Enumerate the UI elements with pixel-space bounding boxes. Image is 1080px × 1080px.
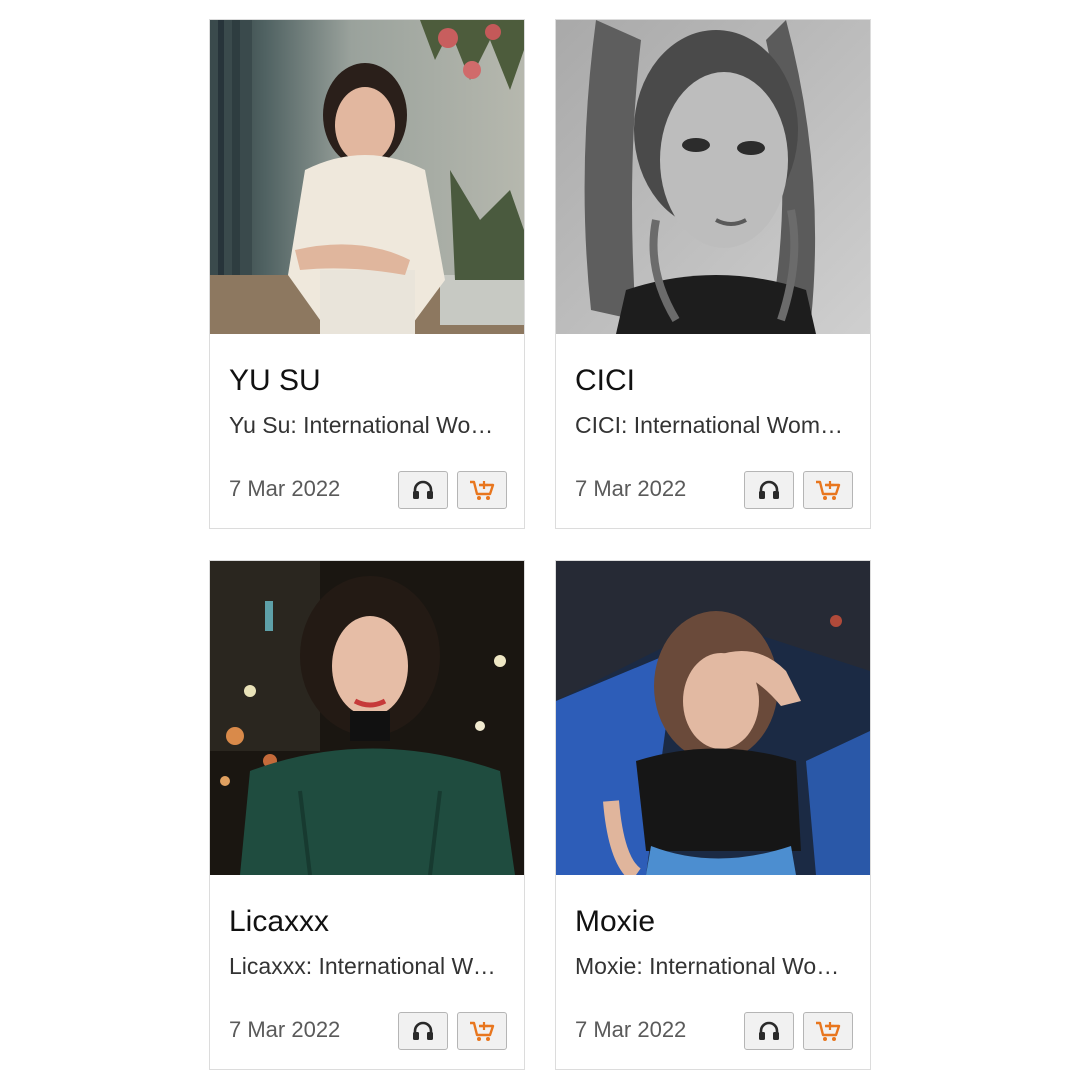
artist-name[interactable]: Moxie — [575, 905, 655, 939]
mix-title[interactable]: CICI: International Women's Day Mix — [575, 412, 853, 439]
add-to-cart-icon — [470, 480, 495, 500]
artist-photo-cici — [556, 20, 870, 334]
headphones-icon — [759, 1021, 779, 1040]
headphones-icon — [759, 480, 779, 499]
release-card[interactable]: Moxie Moxie: International Women's Day M… — [555, 560, 871, 1070]
headphones-icon — [413, 480, 433, 499]
headphones-icon — [413, 1021, 433, 1040]
artist-photo-moxie — [556, 561, 870, 875]
release-date: 7 Mar 2022 — [229, 476, 341, 501]
listen-button[interactable] — [398, 1012, 448, 1050]
add-to-cart-button[interactable] — [457, 471, 507, 509]
release-card[interactable]: CICI CICI: International Women's Day Mix… — [555, 19, 871, 529]
artist-name[interactable]: Licaxxx — [229, 905, 329, 939]
mix-title[interactable]: Moxie: International Women's Day Mix — [575, 953, 853, 980]
add-to-cart-icon — [816, 1021, 841, 1041]
release-card[interactable]: YU SU Yu Su: International Women's Day M… — [209, 19, 525, 529]
artist-photo[interactable] — [210, 561, 524, 875]
listen-button[interactable] — [744, 471, 794, 509]
release-date: 7 Mar 2022 — [229, 1017, 341, 1042]
artist-photo[interactable] — [556, 20, 870, 334]
artist-photo[interactable] — [210, 20, 524, 334]
artist-name[interactable]: YU SU — [229, 364, 321, 398]
artist-photo[interactable] — [556, 561, 870, 875]
release-card[interactable]: Licaxxx Licaxxx: International Women's D… — [209, 560, 525, 1070]
artist-photo-licaxxx — [210, 561, 524, 875]
artist-photo-yu-su — [210, 20, 524, 334]
mix-title[interactable]: Licaxxx: International Women's Day Mix — [229, 953, 507, 980]
add-to-cart-button[interactable] — [803, 471, 853, 509]
release-date: 7 Mar 2022 — [575, 1017, 687, 1042]
listen-button[interactable] — [398, 471, 448, 509]
add-to-cart-button[interactable] — [803, 1012, 853, 1050]
artist-name[interactable]: CICI — [575, 364, 635, 398]
add-to-cart-icon — [470, 1021, 495, 1041]
release-date: 7 Mar 2022 — [575, 476, 687, 501]
listen-button[interactable] — [744, 1012, 794, 1050]
add-to-cart-icon — [816, 480, 841, 500]
add-to-cart-button[interactable] — [457, 1012, 507, 1050]
mix-title[interactable]: Yu Su: International Women's Day Mix — [229, 412, 507, 439]
